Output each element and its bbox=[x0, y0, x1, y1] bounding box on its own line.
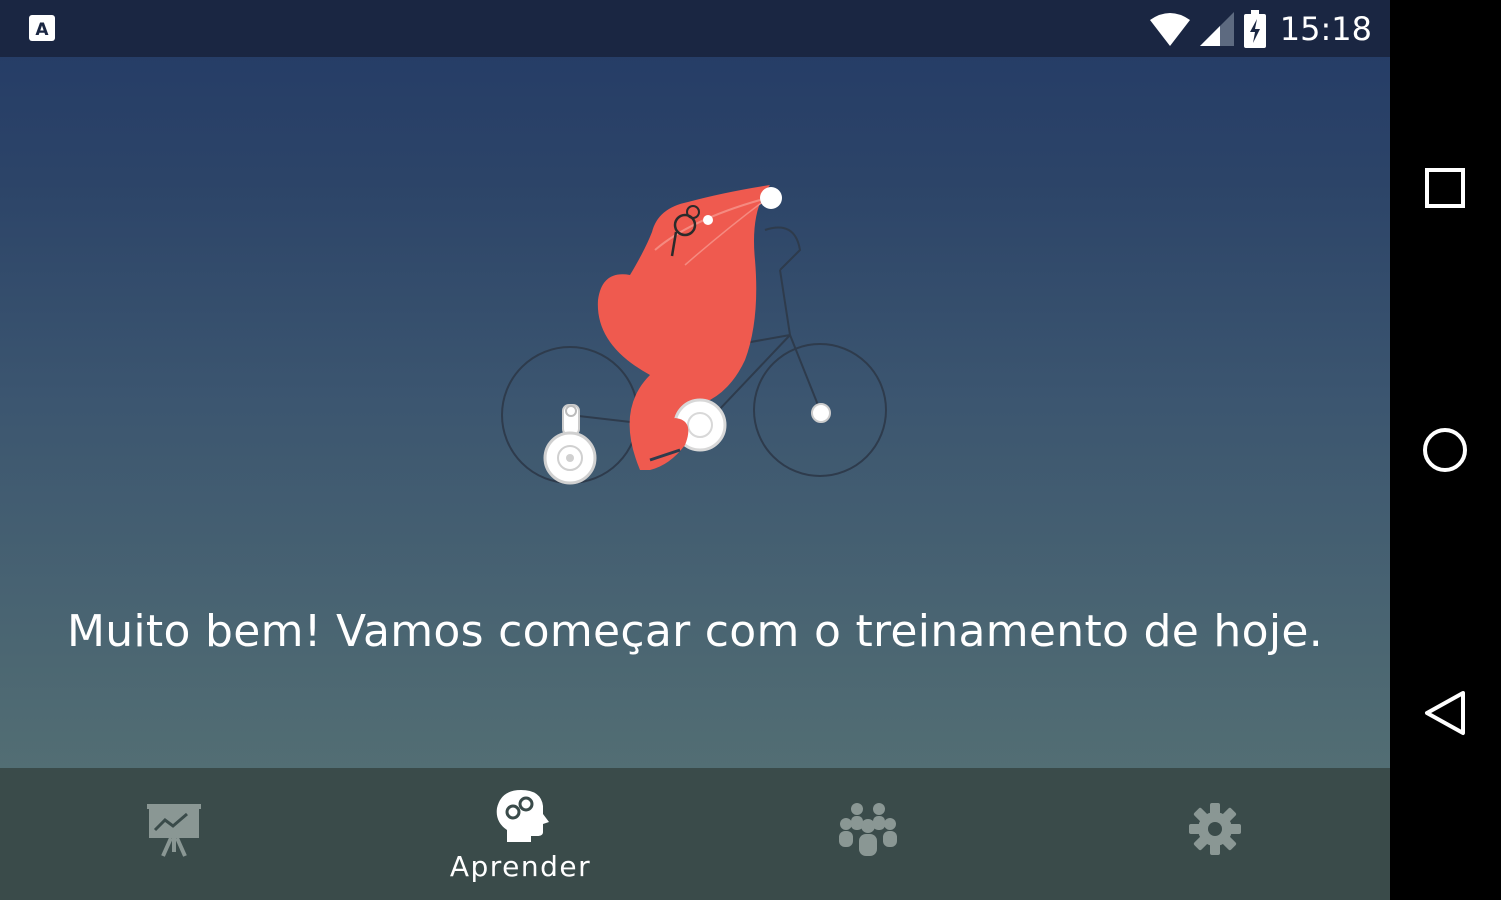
status-bar: A 15:18 bbox=[0, 0, 1390, 57]
status-clock: 15:18 bbox=[1279, 10, 1372, 48]
wifi-icon bbox=[1149, 13, 1190, 46]
recents-button[interactable] bbox=[1410, 153, 1480, 223]
keyboard-a-icon: A bbox=[29, 15, 55, 41]
squirrel-bicycle-illustration bbox=[501, 185, 887, 485]
brain-gears-icon bbox=[496, 790, 549, 842]
system-navigation-bar bbox=[1390, 0, 1501, 900]
svg-text:A: A bbox=[35, 20, 49, 40]
nav-item-community[interactable] bbox=[694, 768, 1041, 900]
nav-item-aprender[interactable]: Aprender bbox=[347, 768, 694, 900]
nav-item-settings[interactable] bbox=[1041, 768, 1388, 900]
nav-item-progress[interactable] bbox=[0, 768, 347, 900]
training-message: Muito bem! Vamos começar com o treinamen… bbox=[66, 606, 1324, 657]
back-triangle-icon bbox=[1425, 691, 1465, 735]
back-button[interactable] bbox=[1410, 678, 1480, 748]
recents-square-icon bbox=[1425, 168, 1465, 208]
battery-charging-icon bbox=[1243, 10, 1266, 48]
status-icons: 15:18 bbox=[1149, 8, 1372, 50]
progress-chart-icon bbox=[146, 804, 201, 857]
cell-signal-icon bbox=[1199, 12, 1234, 46]
bottom-navigation: Aprender bbox=[0, 768, 1390, 900]
home-button[interactable] bbox=[1410, 415, 1480, 485]
settings-gear-icon bbox=[1188, 803, 1241, 855]
nav-label-aprender: Aprender bbox=[449, 850, 592, 883]
home-circle-icon bbox=[1423, 428, 1467, 472]
community-group-icon bbox=[838, 803, 897, 856]
app-screen: A 15:18 Muito bem! Vamos começar com o t… bbox=[0, 0, 1390, 900]
